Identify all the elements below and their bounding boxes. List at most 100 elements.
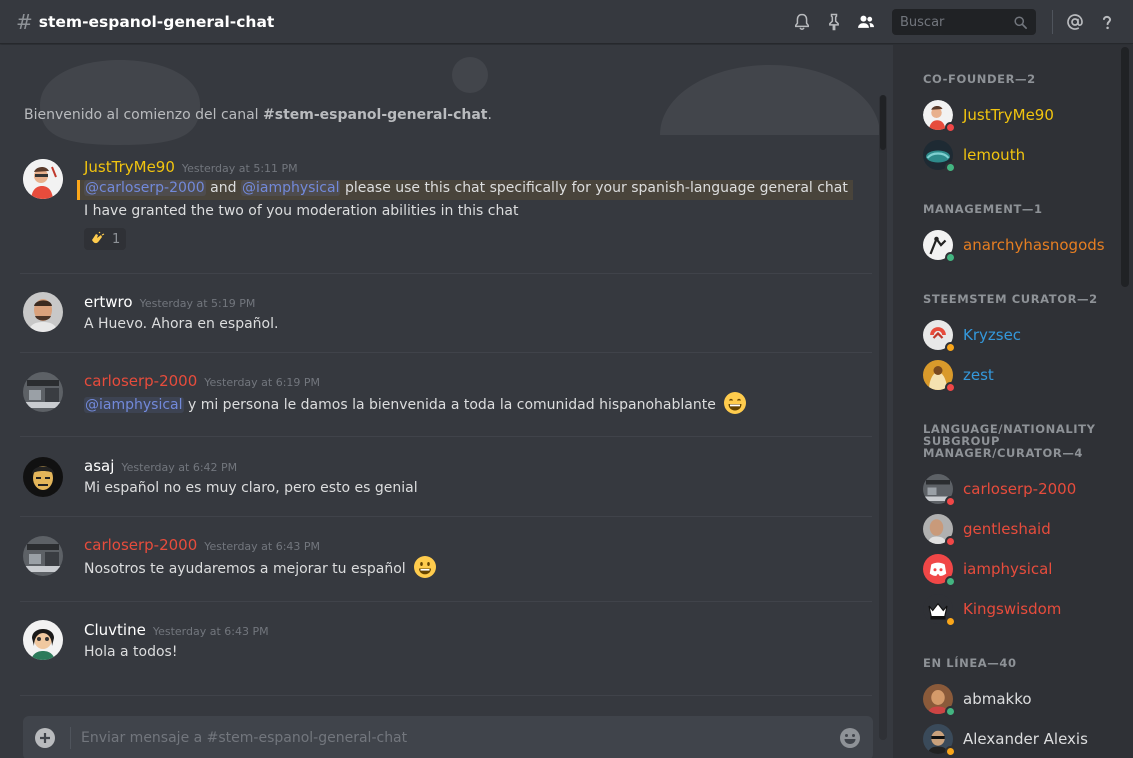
role-header: EN LÍNEA—40 xyxy=(923,656,1017,670)
member-list-scrollbar[interactable] xyxy=(1121,47,1129,287)
message-text: I have granted the two of you moderation… xyxy=(84,203,519,219)
status-online-indicator xyxy=(945,252,956,263)
member-item[interactable]: Alexander Alexis xyxy=(923,724,1088,757)
member-name: anarchyhasnogods xyxy=(963,236,1105,254)
emoji-picker-icon[interactable] xyxy=(839,727,861,749)
message-divider xyxy=(20,352,872,353)
member-item[interactable]: lemouth xyxy=(923,140,1026,173)
chat-scrollbar-track[interactable] xyxy=(879,95,887,740)
status-idle-indicator xyxy=(945,746,956,757)
message-author[interactable]: Cluvtine xyxy=(84,621,146,639)
member-name: gentleshaid xyxy=(963,520,1051,538)
member-list[interactable]: CO-FOUNDER—2 JustTryMe90 lemouth MANAGEM… xyxy=(893,45,1133,758)
status-dnd-indicator xyxy=(945,382,956,393)
member-name: carloserp-2000 xyxy=(963,480,1077,498)
message-author[interactable]: carloserp-2000 xyxy=(84,372,197,390)
message-divider xyxy=(20,273,872,274)
channel-header: # stem-espanol-general-chat Buscar xyxy=(0,0,1133,44)
status-dnd-indicator xyxy=(945,496,956,507)
message-timestamp: Yesterday at 6:43 PM xyxy=(152,625,269,638)
role-header: LANGUAGE/NATIONALITY SUBGROUP MANAGER/CU… xyxy=(923,422,1096,460)
user-mention[interactable]: @iamphysical xyxy=(240,180,341,196)
upload-plus-icon[interactable] xyxy=(35,728,55,748)
member-name: Kingswisdom xyxy=(963,600,1062,618)
avatar[interactable] xyxy=(23,536,63,576)
member-item[interactable]: Kingswisdom xyxy=(923,594,1062,627)
message-author[interactable]: carloserp-2000 xyxy=(84,536,197,554)
message-text: @iamphysical y mi persona le damos la bi… xyxy=(84,392,747,415)
member-item[interactable]: abmakko xyxy=(923,684,1032,717)
reaction-button[interactable]: 1 xyxy=(84,228,126,250)
header-toolbar: Buscar xyxy=(786,0,1133,44)
avatar[interactable] xyxy=(23,292,63,332)
status-idle-indicator xyxy=(945,342,956,353)
avatar[interactable] xyxy=(23,620,63,660)
member-avatar xyxy=(923,230,956,263)
message-divider xyxy=(20,516,872,517)
message-divider xyxy=(20,695,872,696)
welcome-background-art xyxy=(40,57,880,145)
chat-scrollbar-thumb[interactable] xyxy=(880,95,886,150)
user-mention[interactable]: @carloserp-2000 xyxy=(84,180,206,196)
message-divider xyxy=(20,601,872,602)
member-item[interactable]: anarchyhasnogods xyxy=(923,230,1105,263)
header-divider xyxy=(1052,10,1053,34)
member-avatar xyxy=(923,594,956,627)
pin-icon[interactable] xyxy=(822,10,846,34)
search-input[interactable]: Buscar xyxy=(892,9,1036,35)
bell-icon[interactable] xyxy=(790,10,814,34)
smiley-emoji-icon xyxy=(414,556,437,578)
avatar[interactable] xyxy=(23,159,63,199)
member-item[interactable]: zest xyxy=(923,360,994,393)
member-avatar xyxy=(923,514,956,547)
message-text-fragment: please use this chat specifically for yo… xyxy=(344,180,848,196)
member-name: iamphysical xyxy=(963,560,1053,578)
member-avatar xyxy=(923,360,956,393)
message-list[interactable]: Bienvenido al comienzo del canal #stem-e… xyxy=(0,45,893,758)
avatar[interactable] xyxy=(23,372,63,412)
message-timestamp: Yesterday at 6:19 PM xyxy=(204,376,321,389)
message-author[interactable]: JustTryMe90 xyxy=(84,158,175,176)
help-icon[interactable] xyxy=(1095,10,1119,34)
member-item[interactable]: iamphysical xyxy=(923,554,1053,587)
message-author[interactable]: ertwro xyxy=(84,293,133,311)
member-name: lemouth xyxy=(963,146,1026,164)
message-text-fragment: and xyxy=(210,180,237,196)
member-name: Alexander Alexis xyxy=(963,730,1088,748)
user-mention[interactable]: @iamphysical xyxy=(84,397,184,413)
member-item[interactable]: JustTryMe90 xyxy=(923,100,1054,133)
discord-window: # stem-espanol-general-chat Buscar Bienv… xyxy=(0,0,1133,758)
at-icon[interactable] xyxy=(1063,10,1087,34)
members-icon[interactable] xyxy=(854,10,878,34)
message-timestamp: Yesterday at 5:19 PM xyxy=(139,297,256,310)
message-text-fragment: y mi persona le damos la bienvenida a to… xyxy=(183,397,716,413)
member-name: zest xyxy=(963,366,994,384)
role-header: CO-FOUNDER—2 xyxy=(923,72,1036,86)
message-input[interactable]: Enviar mensaje a #stem-espanol-general-c… xyxy=(23,716,873,758)
search-icon xyxy=(1014,15,1027,29)
member-item[interactable]: gentleshaid xyxy=(923,514,1051,547)
member-name: Kryzsec xyxy=(963,326,1022,344)
channel-title: stem-espanol-general-chat xyxy=(38,12,275,31)
member-avatar xyxy=(923,554,956,587)
message-timestamp: Yesterday at 6:42 PM xyxy=(121,461,238,474)
grinning-smile-emoji-icon xyxy=(724,392,747,414)
avatar[interactable] xyxy=(23,457,63,497)
channel-hash-icon: # xyxy=(16,9,33,34)
message-text-fragment: Nosotros te ayudaremos a mejorar tu espa… xyxy=(84,561,406,577)
reaction-count: 1 xyxy=(112,231,121,247)
message-header: carloserp-2000 Yesterday at 6:19 PM xyxy=(84,372,320,390)
status-online-indicator xyxy=(945,576,956,587)
member-item[interactable]: carloserp-2000 xyxy=(923,474,1077,507)
member-name: JustTryMe90 xyxy=(963,106,1054,124)
member-avatar xyxy=(923,100,956,133)
welcome-prefix: Bienvenido al comienzo del canal xyxy=(24,107,264,123)
message-header: carloserp-2000 Yesterday at 6:43 PM xyxy=(84,536,320,554)
message-text: A Huevo. Ahora en español. xyxy=(84,316,279,332)
member-name: abmakko xyxy=(963,690,1032,708)
message-author[interactable]: asaj xyxy=(84,457,114,475)
message-header: ertwro Yesterday at 5:19 PM xyxy=(84,293,255,311)
member-item[interactable]: Kryzsec xyxy=(923,320,1022,353)
message-text: Mi español no es muy claro, pero esto es… xyxy=(84,480,418,496)
search-placeholder: Buscar xyxy=(900,14,945,30)
